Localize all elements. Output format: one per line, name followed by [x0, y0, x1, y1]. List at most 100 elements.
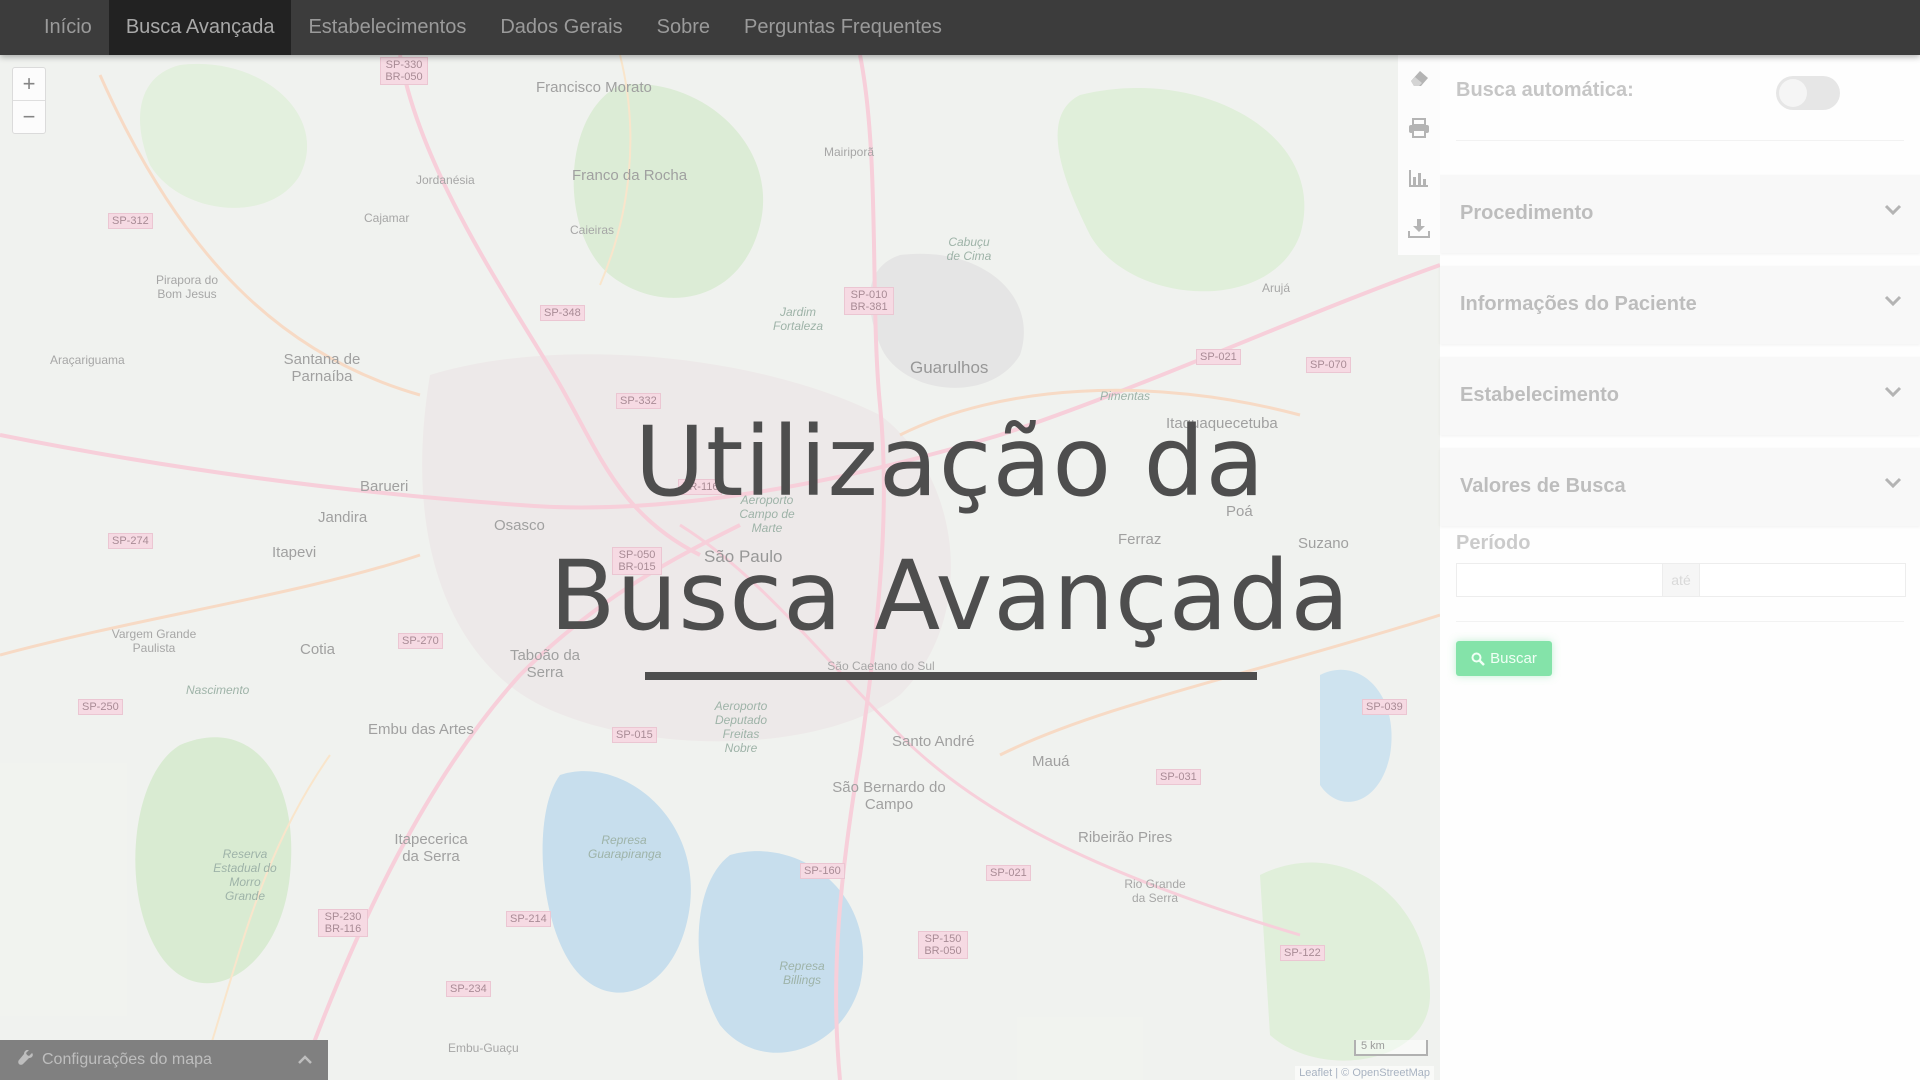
- map-place-label: Reserva Estadual do Morro Grande: [213, 847, 277, 903]
- road-shield: SP-270: [398, 633, 443, 649]
- map-place-label: Pirapora do Bom Jesus: [155, 273, 219, 301]
- period-separator: até: [1662, 564, 1700, 596]
- road-shield: SP-274: [108, 533, 153, 549]
- divider: [1456, 621, 1904, 622]
- period-input-group: até: [1456, 563, 1906, 597]
- accordion-valores-busca[interactable]: Valores de Busca: [1440, 448, 1920, 526]
- road-shield: SP-312: [108, 213, 153, 229]
- download-icon: [1408, 218, 1430, 243]
- map-place-label: Jandira: [318, 509, 368, 526]
- tutorial-title-line: Busca Avançada: [549, 540, 1351, 652]
- map-place-label: Vargem Grande Paulista: [111, 627, 197, 655]
- nav-perguntas-frequentes[interactable]: Perguntas Frequentes: [727, 0, 959, 55]
- map-settings-panel[interactable]: Configurações do mapa: [0, 1040, 328, 1080]
- zoom-control: + −: [12, 67, 46, 134]
- road-shield: SP-348: [540, 305, 585, 321]
- download-button[interactable]: [1398, 205, 1440, 255]
- nav-sobre[interactable]: Sobre: [640, 0, 727, 55]
- road-shield: SP-021: [1196, 349, 1241, 365]
- tutorial-title-underline: [645, 672, 1257, 680]
- accordion-title: Procedimento: [1460, 202, 1594, 224]
- map-place-label: Caieiras: [570, 223, 615, 237]
- map-place-label: Itapecerica da Serra: [394, 831, 468, 865]
- map-place-label: Embu-Guaçu: [448, 1041, 519, 1055]
- road-shield: SP-330 BR-050: [380, 57, 428, 85]
- chevron-down-icon: [1884, 476, 1902, 494]
- map-place-label: Araçariguama: [50, 353, 125, 367]
- period-start-input[interactable]: [1457, 564, 1662, 596]
- road-shield: SP-250: [78, 699, 123, 715]
- accordion-title: Informações do Paciente: [1460, 293, 1697, 315]
- chevron-up-icon: [298, 1052, 312, 1068]
- nav-dados-gerais[interactable]: Dados Gerais: [483, 0, 639, 55]
- road-shield: SP-021: [986, 865, 1031, 881]
- map-scale-bar: 5 km: [1354, 1040, 1428, 1056]
- map-settings-label: Configurações do mapa: [42, 1051, 212, 1068]
- chevron-down-icon: [1884, 294, 1902, 312]
- map-place-label: Ribeirão Pires: [1078, 829, 1173, 846]
- search-sidebar: Busca automática: Procedimento Informaçõ…: [1440, 55, 1920, 1080]
- road-shield: SP-160: [800, 863, 845, 879]
- map-place-label: Embu das Artes: [368, 721, 474, 738]
- map-place-label: São Bernardo do Campo: [832, 779, 946, 813]
- tutorial-title: Utilização da Busca Avançada: [440, 395, 1460, 663]
- map-place-label: Nascimento: [186, 683, 250, 697]
- eraser-icon: [1408, 68, 1430, 93]
- map-place-label: Cabuçu de Cima: [946, 235, 992, 263]
- chevron-down-icon: [1884, 203, 1902, 221]
- road-shield: SP-010 BR-381: [844, 287, 894, 315]
- print-icon: [1408, 117, 1430, 143]
- map-place-label: Barueri: [360, 478, 409, 495]
- map-place-label: Santana de Parnaíba: [283, 351, 361, 385]
- toggle-knob: [1779, 79, 1807, 107]
- road-shield: SP-039: [1362, 699, 1407, 715]
- road-shield: SP-234: [446, 981, 491, 997]
- map-attribution[interactable]: Leaflet | © OpenStreetMap: [1295, 1066, 1434, 1080]
- map-place-label: Jardim Fortaleza: [772, 305, 824, 333]
- search-button-label: Buscar: [1490, 650, 1537, 667]
- map-place-label: Aeroporto Deputado Freitas Nobre: [714, 699, 768, 755]
- nav-inicio[interactable]: Início: [27, 0, 109, 55]
- auto-search-label: Busca automática:: [1456, 79, 1634, 101]
- accordion-title: Valores de Busca: [1460, 475, 1626, 497]
- map-place-label: Guarulhos: [910, 358, 989, 377]
- accordion-title: Estabelecimento: [1460, 384, 1619, 406]
- period-end-input[interactable]: [1700, 564, 1905, 596]
- eraser-button[interactable]: [1398, 55, 1440, 105]
- auto-search-toggle[interactable]: [1776, 76, 1840, 110]
- nav-estabelecimentos[interactable]: Estabelecimentos: [291, 0, 483, 55]
- zoom-in-button[interactable]: +: [13, 68, 45, 100]
- accordion-procedimento[interactable]: Procedimento: [1440, 175, 1920, 253]
- map-place-label: Itapevi: [272, 544, 317, 561]
- period-label: Período: [1456, 532, 1531, 554]
- road-shield: SP-015: [612, 727, 657, 743]
- tutorial-title-line: Utilização da: [634, 406, 1266, 518]
- zoom-out-button[interactable]: −: [13, 100, 45, 133]
- divider: [1456, 140, 1904, 141]
- map-place-label: Jordanésia: [416, 173, 475, 187]
- map-place-label: Mairiporã: [824, 145, 875, 159]
- map-place-label: Cotia: [300, 641, 336, 658]
- bar-chart-icon: [1408, 168, 1430, 193]
- wrench-icon: [18, 1049, 34, 1071]
- road-shield: SP-214: [506, 911, 551, 927]
- map-toolbar: [1398, 55, 1440, 255]
- nav-busca-avancada[interactable]: Busca Avançada: [108, 0, 292, 55]
- road-shield: SP-031: [1156, 769, 1201, 785]
- accordion-paciente[interactable]: Informações do Paciente: [1440, 266, 1920, 344]
- map-place-label: Mauá: [1032, 753, 1070, 770]
- map-place-label: Represa Billings: [779, 959, 825, 987]
- chart-button[interactable]: [1398, 155, 1440, 205]
- map-place-label: Represa Guarapiranga: [588, 833, 662, 861]
- road-shield: SP-122: [1280, 945, 1325, 961]
- map-place-label: Santo André: [892, 733, 975, 750]
- search-button[interactable]: Buscar: [1456, 641, 1552, 676]
- accordion-estabelecimento[interactable]: Estabelecimento: [1440, 357, 1920, 435]
- print-button[interactable]: [1398, 105, 1440, 155]
- search-icon: [1471, 652, 1486, 666]
- map-place-label: Rio Grande da Serra: [1124, 877, 1186, 905]
- chevron-down-icon: [1884, 385, 1902, 403]
- map-place-label: Cajamar: [364, 211, 410, 225]
- road-shield: SP-150 BR-050: [918, 931, 968, 959]
- map-place-label: Francisco Morato: [536, 79, 652, 96]
